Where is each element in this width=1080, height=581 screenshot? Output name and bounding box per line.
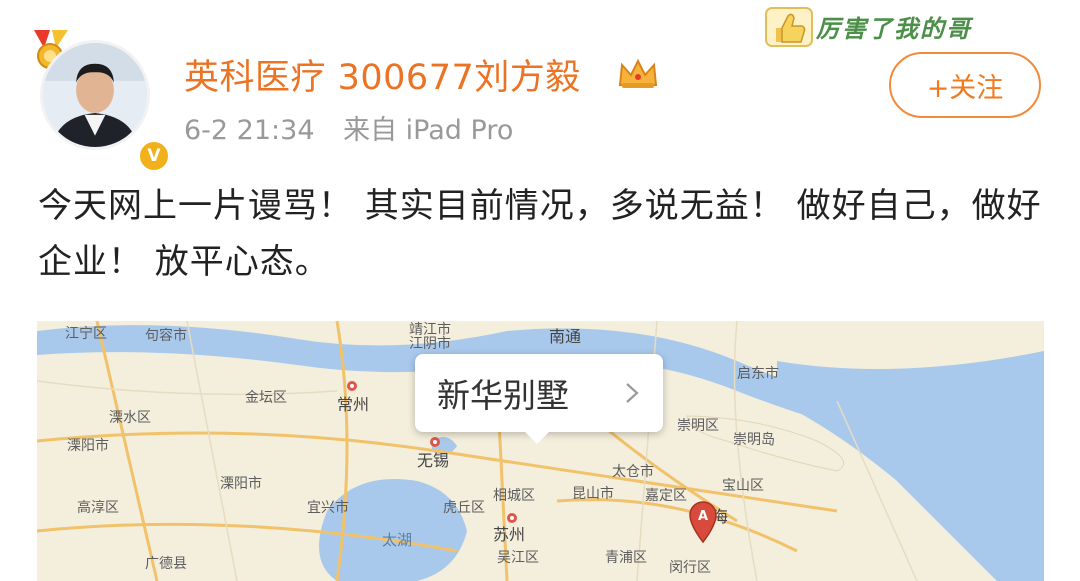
map-label: 金坛区 xyxy=(245,390,287,406)
map-label: 广德县 xyxy=(145,556,187,572)
post-date: 6-2 21:34 xyxy=(184,115,315,146)
chevron-right-icon xyxy=(626,383,639,403)
map-label: 启东市 xyxy=(737,366,779,382)
follow-button[interactable]: +关注 xyxy=(889,52,1041,118)
city-marker xyxy=(430,437,440,447)
map-label: 靖江市 xyxy=(409,322,451,338)
avatar-area[interactable]: V xyxy=(30,26,171,173)
map-label: 虎丘区 xyxy=(443,500,485,516)
post-source: 来自 iPad Pro xyxy=(343,115,514,146)
map-label: 宝山区 xyxy=(722,478,764,494)
map-label: 崇明岛 xyxy=(733,432,775,448)
map-label: 崇明区 xyxy=(677,418,719,434)
map-label: 吴江区 xyxy=(497,550,539,566)
crown-icon[interactable] xyxy=(616,55,660,91)
map-label: 嘉定区 xyxy=(645,488,687,504)
map-label: 宜兴市 xyxy=(307,500,349,516)
sticker-text: 厉害了我的哥 xyxy=(816,15,972,43)
map-label: 相城区 xyxy=(493,488,535,504)
city-marker xyxy=(347,381,357,391)
post-text: 今天网上一片谩骂！ 其实目前情况，多说无益！ 做好自己，做好企业！ 放平心态。 xyxy=(38,186,1042,282)
map-label: 太湖 xyxy=(382,531,413,549)
post-meta: 6-2 21:34 来自 iPad Pro xyxy=(184,108,513,147)
map-label: 无锡 xyxy=(417,451,450,470)
location-pin-icon: A xyxy=(689,501,717,543)
map-label: 句容市 xyxy=(145,328,187,344)
map-label: 常州 xyxy=(337,395,370,414)
place-card[interactable]: 新华别墅 xyxy=(415,354,663,444)
username[interactable]: 英科医疗 300677刘方毅 xyxy=(184,49,581,100)
city-marker xyxy=(507,513,517,523)
map-label: 溧水区 xyxy=(109,410,151,426)
map-label: 溧阳市 xyxy=(67,438,109,454)
map-label: 江宁区 xyxy=(65,326,107,342)
verified-badge-icon: V xyxy=(137,139,171,173)
map-label: 高淳区 xyxy=(77,500,119,516)
location-map[interactable]: 江宁区 句容市 靖江市 江阴市 南通 启东市 金坛区 常州 溧水区 崇明区 崇明… xyxy=(37,321,1044,581)
follow-label: +关注 xyxy=(926,72,1004,104)
pin-letter: A xyxy=(698,509,708,524)
map-label: 南通 xyxy=(549,327,582,346)
map-label: 江阴市 xyxy=(409,336,451,352)
avatar[interactable] xyxy=(40,40,150,150)
place-name: 新华别墅 xyxy=(437,376,569,415)
map-label: 昆山市 xyxy=(572,486,614,502)
map-label: 太仓市 xyxy=(612,464,654,480)
map-label: 闵行区 xyxy=(669,560,711,576)
map-label: 青浦区 xyxy=(605,550,647,566)
avatar-photo xyxy=(43,43,147,147)
map-label: 溧阳市 xyxy=(220,476,262,492)
map-label: 苏州 xyxy=(493,525,526,544)
